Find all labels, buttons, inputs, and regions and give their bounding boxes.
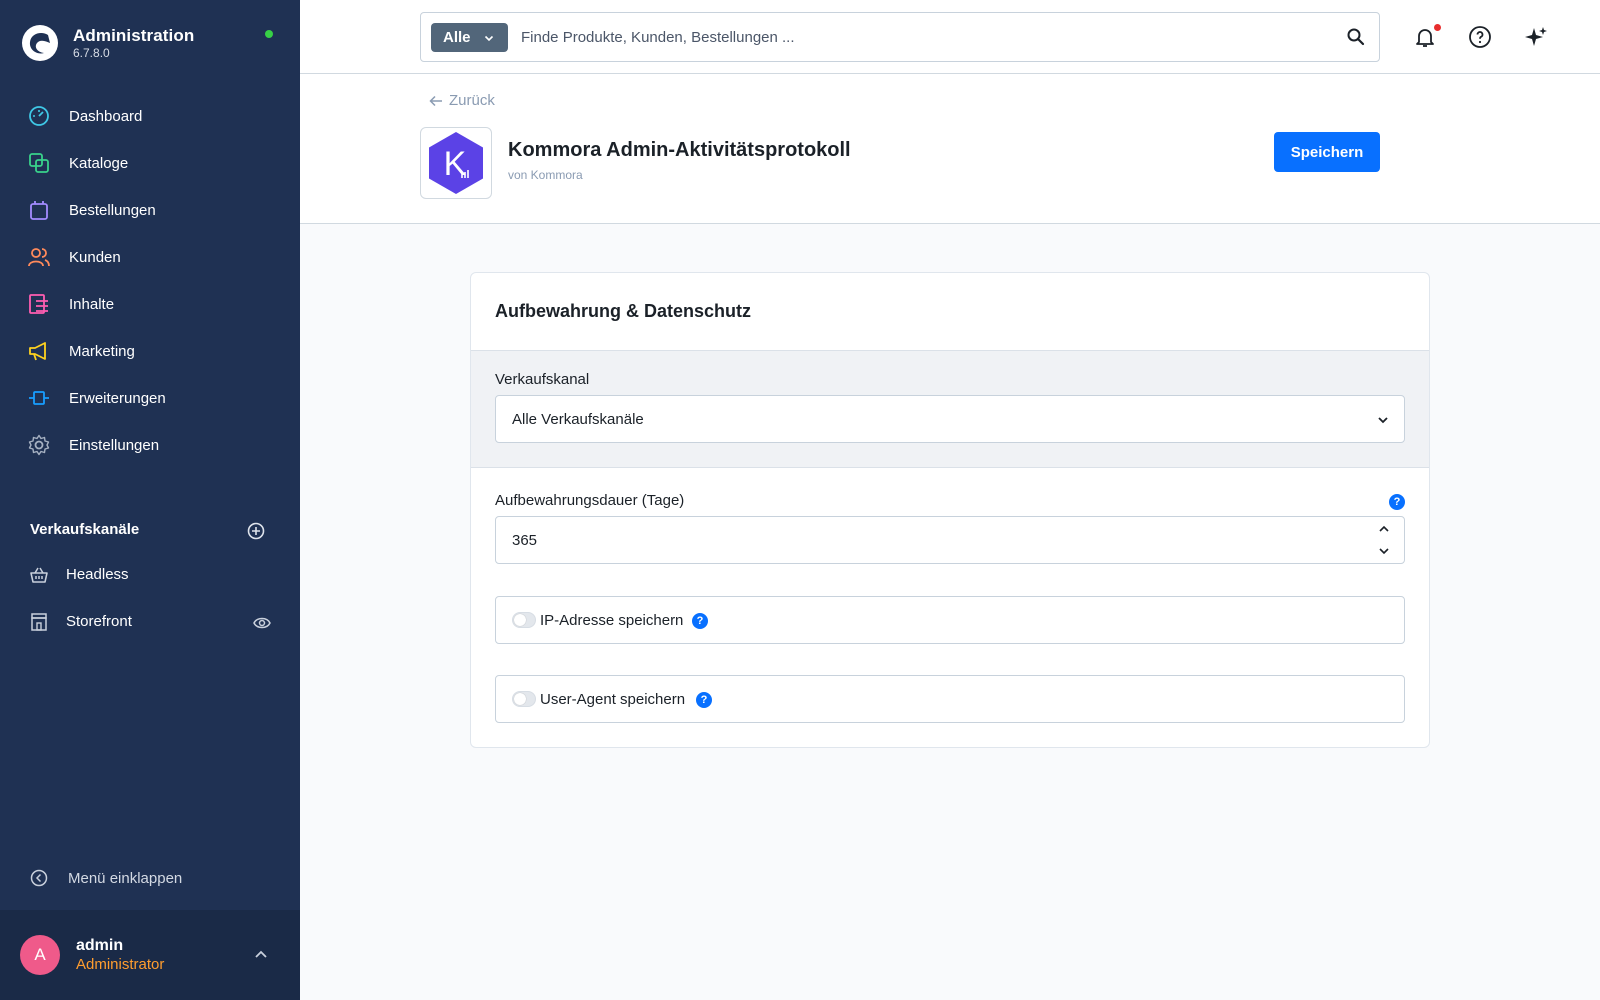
sparkles-icon[interactable] (1524, 25, 1548, 49)
add-sales-channel-icon[interactable] (247, 522, 265, 540)
sales-channel-label: Verkaufskanal (495, 371, 590, 388)
app-version: 6.7.8.0 (73, 46, 110, 60)
sales-channel-section: Verkaufskanal Alle Verkaufskanäle (471, 350, 1429, 468)
chevron-down-icon (484, 35, 494, 42)
users-icon (28, 248, 50, 267)
shopware-logo-icon (22, 25, 58, 61)
search-type-select[interactable]: Alle (431, 23, 508, 52)
store-ip-label: IP-Adresse speichern (540, 612, 684, 629)
app-vendor: von Kommora (508, 168, 583, 182)
nav-item-label: Marketing (69, 342, 135, 360)
kommora-logo-icon: K (429, 132, 483, 194)
plug-icon (29, 391, 49, 405)
retention-privacy-card: Aufbewahrung & Datenschutz Verkaufskanal… (470, 272, 1430, 748)
app-title: Administration (73, 26, 195, 45)
nav-item-customers[interactable]: Kunden (0, 235, 300, 279)
help-icon[interactable]: ? (696, 692, 712, 708)
chevron-up-icon[interactable] (253, 947, 269, 963)
nav-item-label: Inhalte (69, 295, 115, 313)
user-name: admin (76, 937, 124, 954)
chevron-left-circle-icon (30, 869, 48, 887)
channel-label: Headless (66, 566, 129, 583)
nav-item-label: Kunden (69, 248, 121, 266)
storefront-icon (31, 613, 47, 631)
basket-icon (30, 567, 48, 583)
sales-channel-storefront[interactable]: Storefront (0, 602, 300, 642)
store-ip-switch[interactable] (512, 612, 536, 628)
nav-item-content[interactable]: Inhalte (0, 282, 300, 326)
collapse-menu-button[interactable]: Menü einklappen (0, 860, 300, 896)
online-status-indicator (265, 30, 273, 38)
search-type-label: Alle (443, 29, 471, 46)
eye-icon[interactable] (253, 614, 271, 632)
channel-label: Storefront (66, 613, 132, 630)
page-header: Zurück K Kommora Admin-Aktivitätsprotoko… (300, 74, 1600, 224)
gear-icon (28, 434, 50, 456)
avatar: A (20, 935, 60, 975)
chevron-down-icon (1378, 417, 1388, 424)
decrement-chevron-down-icon[interactable] (1376, 543, 1392, 559)
nav-item-label: Kataloge (69, 154, 129, 172)
back-link[interactable]: Zurück (429, 92, 495, 109)
nav-item-extensions[interactable]: Erweiterungen (0, 376, 300, 420)
retention-days-value: 365 (512, 532, 538, 549)
nav-item-label: Erweiterungen (69, 389, 166, 407)
user-role: Administrator (76, 956, 165, 973)
dashboard-icon (29, 106, 49, 126)
help-icon[interactable]: ? (1389, 494, 1405, 510)
save-button[interactable]: Speichern (1274, 132, 1380, 172)
nav-item-orders[interactable]: Bestellungen (0, 188, 300, 232)
search-input[interactable] (521, 22, 1321, 52)
megaphone-icon (29, 342, 46, 361)
brand: Administration 6.7.8.0 (22, 22, 273, 66)
retention-days-input[interactable]: 365 (495, 516, 1405, 564)
store-user-agent-switch[interactable] (512, 691, 536, 707)
top-bar: Alle (300, 0, 1600, 74)
user-profile[interactable]: A admin Administrator (0, 910, 300, 1000)
notification-badge (1434, 24, 1441, 31)
nav-item-dashboard[interactable]: Dashboard (0, 94, 300, 138)
store-ip-toggle-row: IP-Adresse speichern ? (495, 596, 1405, 644)
store-user-agent-toggle-row: User-Agent speichern ? (495, 675, 1405, 723)
catalog-icon (29, 153, 49, 173)
app-icon-letter: K (444, 145, 467, 183)
sidebar: Administration 6.7.8.0 Dashboard Katalog… (0, 0, 300, 1000)
store-user-agent-label: User-Agent speichern (540, 691, 686, 708)
nav-item-settings[interactable]: Einstellungen (0, 423, 300, 467)
sales-channel-headless[interactable]: Headless (0, 555, 300, 595)
sales-channel-value: Alle Verkaufskanäle (512, 411, 644, 428)
bag-icon (30, 201, 48, 220)
help-icon[interactable] (1468, 25, 1492, 49)
global-search: Alle (420, 12, 1380, 62)
sales-channel-select[interactable]: Alle Verkaufskanäle (495, 395, 1405, 443)
increment-chevron-up-icon[interactable] (1376, 521, 1392, 537)
search-icon[interactable] (1346, 27, 1366, 47)
nav-item-label: Dashboard (69, 107, 143, 125)
card-title: Aufbewahrung & Datenschutz (495, 301, 752, 321)
back-label: Zurück (449, 92, 495, 109)
retention-days-label: Aufbewahrungsdauer (Tage) (495, 492, 685, 509)
page-title: Kommora Admin-Aktivitätsprotokoll (508, 139, 851, 161)
app-icon: K (420, 127, 492, 199)
arrow-left-icon (429, 95, 442, 106)
nav-item-catalogs[interactable]: Kataloge (0, 141, 300, 185)
sales-channels-heading: Verkaufskanäle (30, 521, 140, 538)
nav-item-label: Bestellungen (69, 201, 156, 219)
collapse-menu-label: Menü einklappen (68, 870, 183, 887)
content-icon (29, 294, 48, 314)
nav-item-label: Einstellungen (69, 436, 160, 454)
help-icon[interactable]: ? (692, 613, 708, 629)
nav-item-marketing[interactable]: Marketing (0, 329, 300, 373)
